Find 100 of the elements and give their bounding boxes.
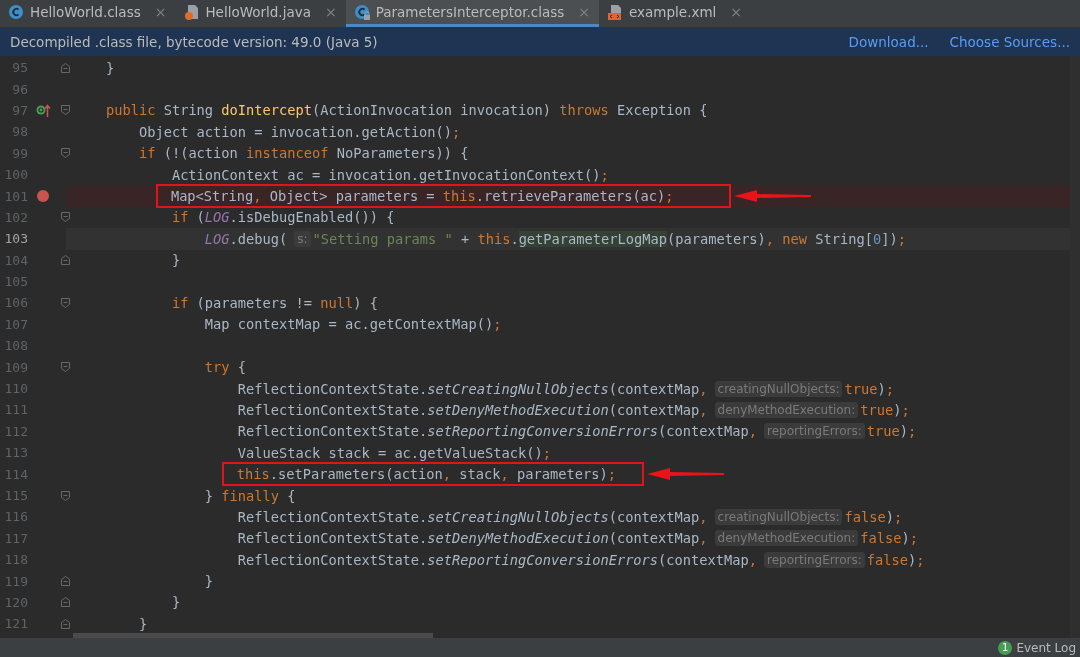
notification-count: 1 (998, 640, 1013, 655)
code-token: , (699, 508, 708, 525)
code-token: ; (665, 188, 674, 205)
event-log-button[interactable]: Event Log (1016, 640, 1076, 655)
fold-icon[interactable] (60, 489, 71, 502)
code-token: setCreatingNullObjects (427, 380, 609, 397)
code-token: if (138, 145, 156, 162)
fold-icon[interactable] (60, 361, 71, 374)
fold-icon[interactable] (60, 596, 71, 609)
fold-icon[interactable] (60, 297, 71, 309)
horizontal-scrollbar[interactable] (73, 633, 433, 638)
code-token: stack (458, 466, 501, 483)
code-token: this (477, 230, 511, 247)
code-token: ) (893, 401, 902, 418)
code-token: ) (885, 508, 894, 525)
editor-tab[interactable]: example.xml × (599, 0, 752, 27)
code-token: ReflectionContextState. (237, 423, 428, 440)
line-number: 115 (3, 488, 28, 503)
banner-link[interactable]: Choose Sources... (949, 34, 1070, 50)
line-number: 119 (3, 573, 28, 589)
code-token: .setParameters(action (269, 466, 443, 483)
code-token: parameters) (516, 466, 608, 483)
close-icon[interactable]: × (730, 4, 743, 20)
line-number: 112 (3, 423, 28, 439)
code-token: this (442, 188, 476, 205)
code-token: public (105, 102, 156, 119)
code-token: ]) (881, 230, 898, 247)
editor-tab[interactable]: HelloWorld.class × (0, 0, 176, 27)
parameter-hint: s: (294, 230, 311, 247)
code-token: } (204, 487, 215, 504)
code-token: null (320, 295, 354, 311)
code-token: ( (195, 209, 205, 226)
fold-icon[interactable] (60, 104, 71, 117)
line-number: 111 (3, 402, 28, 418)
code-token: ValueStack stack = ac.getValueStack() (237, 444, 543, 461)
code-token: , new (765, 230, 808, 247)
breakpoint-icon[interactable] (37, 190, 49, 203)
fold-icon[interactable] (60, 211, 71, 224)
code-token: ReflectionContextState. (237, 530, 428, 547)
line-number: 117 (3, 530, 28, 546)
code-token: ; (893, 508, 903, 525)
code-token: finally (221, 487, 280, 504)
code-token: instanceof (246, 145, 329, 162)
parameter-hint: reportingErrors: (764, 423, 865, 440)
code-token: false (844, 508, 886, 525)
line-number: 105 (3, 274, 28, 290)
code-token: NoParameters)) { (335, 145, 469, 162)
code-token: LOG (204, 209, 230, 226)
code-token: ) { (353, 295, 378, 311)
line-number: 121 (3, 616, 28, 632)
line-number: 101 (3, 188, 28, 204)
locked-class-file-icon (353, 4, 370, 20)
code-token: false (866, 551, 908, 568)
code-token: Map contextMap = ac.getContextMap() (204, 316, 494, 333)
code-token: ReflectionContextState. (237, 551, 428, 568)
close-icon[interactable]: × (154, 4, 167, 20)
editor-tab[interactable]: HelloWorld.java × (175, 0, 346, 27)
close-icon[interactable]: × (324, 4, 337, 20)
fold-icon[interactable] (60, 254, 71, 267)
code-token: ) (899, 423, 908, 440)
code-token: getParameterLogMap (518, 230, 667, 247)
banner-link[interactable]: Download... (848, 34, 929, 50)
code-token: true (866, 423, 900, 440)
code-token: } (171, 594, 181, 611)
code-token: , (699, 380, 708, 397)
code-token: (contextMap (608, 530, 700, 547)
code-token: throws (559, 102, 609, 119)
code-token: try (204, 359, 230, 376)
code-token: (!(action (162, 145, 239, 162)
code-token: String (162, 102, 215, 119)
xml-file-icon (607, 4, 624, 20)
code-token: (parameters) (666, 230, 766, 247)
code-token: ; (908, 423, 917, 440)
parameter-hint: denyMethodExecution: (714, 530, 859, 547)
editor-tab[interactable]: ParametersInterceptor.class × (345, 0, 600, 27)
code-token: (ActionInvocation invocation) (312, 102, 552, 119)
code-token: "Setting params " (312, 230, 453, 247)
code-token: .debug( (229, 230, 288, 247)
code-token: , (442, 466, 452, 483)
fold-icon[interactable] (60, 617, 71, 630)
code-token: , (699, 401, 708, 418)
code-token: (contextMap (608, 401, 700, 418)
code-token: , (748, 551, 757, 568)
line-number: 110 (3, 381, 28, 397)
line-number: 109 (3, 359, 28, 375)
code-token: { (286, 487, 296, 504)
code-token: ; (909, 530, 918, 547)
code-token: ; (885, 380, 894, 397)
fold-icon[interactable] (60, 575, 71, 588)
code-token: if (171, 295, 189, 311)
code-token: ; (607, 466, 616, 483)
line-number: 113 (3, 445, 28, 461)
code-token: ) (877, 380, 886, 397)
fold-icon[interactable] (60, 147, 71, 160)
fold-icon[interactable] (60, 61, 71, 74)
code-token: ReflectionContextState. (237, 380, 428, 397)
code-token: (contextMap (608, 380, 700, 397)
code-token: } (171, 252, 181, 269)
code-token: ) (908, 551, 917, 568)
code-token: Map<String (170, 188, 254, 205)
